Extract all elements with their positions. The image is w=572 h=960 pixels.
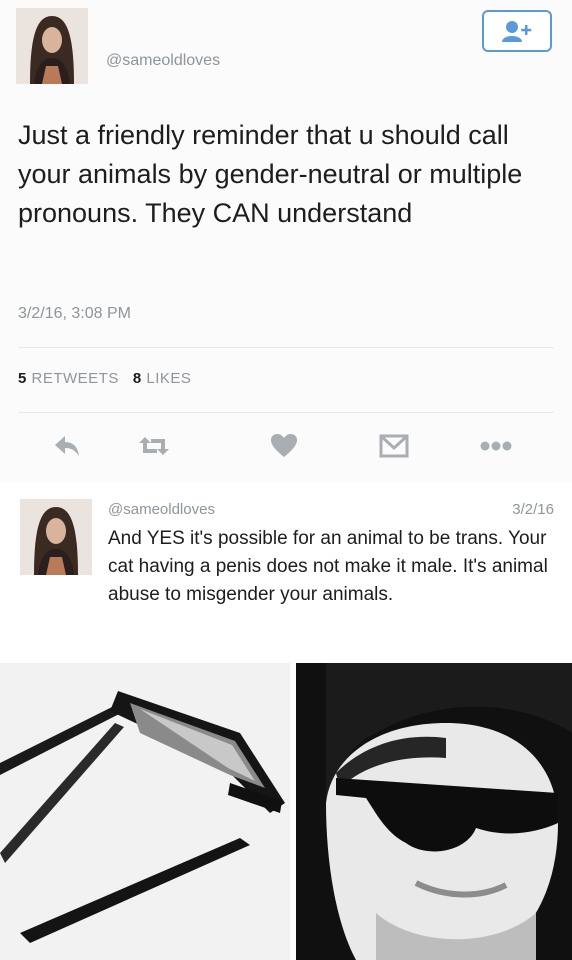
retweet-button[interactable] bbox=[134, 428, 174, 464]
reply-button[interactable] bbox=[48, 428, 88, 464]
avatar[interactable] bbox=[20, 499, 92, 575]
man-with-sunglasses-image bbox=[296, 663, 572, 960]
tweet-timestamp[interactable]: 3/2/16, 3:08 PM bbox=[18, 305, 131, 323]
reply-icon bbox=[55, 436, 79, 456]
likes-count: 8 bbox=[132, 370, 142, 387]
main-tweet: @sameoldloves Just a friendly reminder t… bbox=[0, 0, 572, 482]
tweet-text: Just a friendly reminder that u should c… bbox=[18, 120, 523, 228]
direct-message-icon bbox=[379, 434, 409, 458]
like-button[interactable] bbox=[264, 428, 304, 464]
divider bbox=[18, 347, 554, 348]
divider bbox=[18, 412, 554, 413]
add-user-icon bbox=[502, 21, 532, 42]
retweet-icon bbox=[139, 437, 169, 455]
sunglasses-image bbox=[0, 663, 290, 960]
tweet-handle[interactable]: @sameoldloves bbox=[106, 52, 220, 70]
more-icon bbox=[480, 441, 512, 451]
reply-tweet[interactable]: @sameoldloves 3/2/16 And YES it's possib… bbox=[0, 483, 572, 663]
direct-message-button[interactable] bbox=[374, 428, 414, 464]
like-heart-icon bbox=[271, 434, 297, 457]
avatar[interactable] bbox=[16, 8, 88, 84]
reply-date: 3/2/16 bbox=[512, 501, 554, 518]
retweets-count: 5 bbox=[18, 370, 27, 387]
likes-label[interactable]: LIKES bbox=[146, 370, 191, 387]
reply-handle[interactable]: @sameoldloves bbox=[108, 501, 215, 518]
reply-text: And YES it's possible for an animal to b… bbox=[108, 528, 548, 605]
retweets-label[interactable]: RETWEETS bbox=[32, 370, 119, 387]
follow-button[interactable] bbox=[482, 10, 552, 52]
more-button[interactable] bbox=[476, 428, 516, 464]
tweet-stats: 5 RETWEETS 8 LIKES bbox=[18, 370, 191, 387]
